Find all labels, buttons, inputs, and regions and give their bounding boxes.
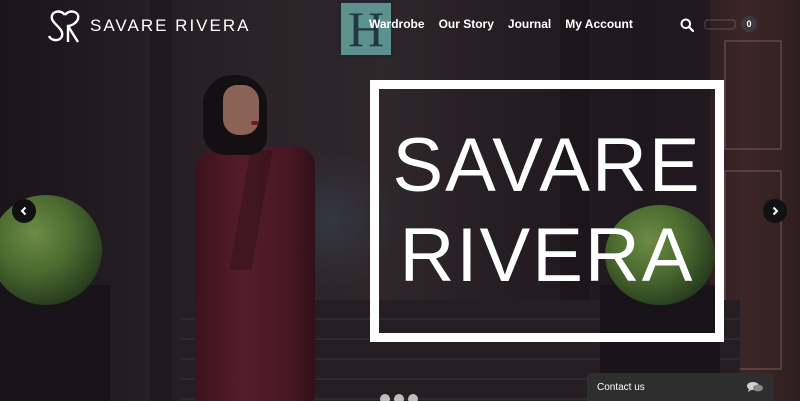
slider-dot[interactable] <box>394 394 404 401</box>
slider-pagination <box>380 394 418 401</box>
slider-dot[interactable] <box>408 394 418 401</box>
nav-item-my-account[interactable]: My Account <box>565 17 633 31</box>
chevron-left-icon <box>20 206 27 216</box>
cart-icon[interactable] <box>704 17 738 31</box>
slider-next-button[interactable] <box>763 199 787 223</box>
site-header: SAVARE RIVERA Wardrobe Our Story Journal… <box>0 0 800 48</box>
logo-text: SAVARE RIVERA <box>90 16 251 35</box>
slider-dot[interactable] <box>380 394 390 401</box>
logo-mark-icon <box>47 10 80 43</box>
chat-bubbles-icon <box>747 382 763 392</box>
contact-us-widget[interactable]: Contact us <box>587 373 774 401</box>
contact-us-label: Contact us <box>597 381 645 393</box>
nav-item-wardrobe[interactable]: Wardrobe <box>369 17 425 31</box>
nav-item-our-story[interactable]: Our Story <box>439 17 494 31</box>
nav-item-journal[interactable]: Journal <box>508 17 551 31</box>
hero-headline-box: SAVARE RIVERA <box>370 80 724 342</box>
chevron-right-icon <box>772 206 779 216</box>
search-icon[interactable] <box>680 18 694 32</box>
main-navigation: Wardrobe Our Story Journal My Account <box>369 17 633 31</box>
site-logo[interactable]: SAVARE RIVERA <box>46 9 250 43</box>
hero-headline-line1: SAVARE <box>392 123 702 208</box>
hero-headline-line2: RIVERA <box>399 213 695 298</box>
cart-count-badge[interactable]: 0 <box>741 16 757 32</box>
slider-prev-button[interactable] <box>12 199 36 223</box>
